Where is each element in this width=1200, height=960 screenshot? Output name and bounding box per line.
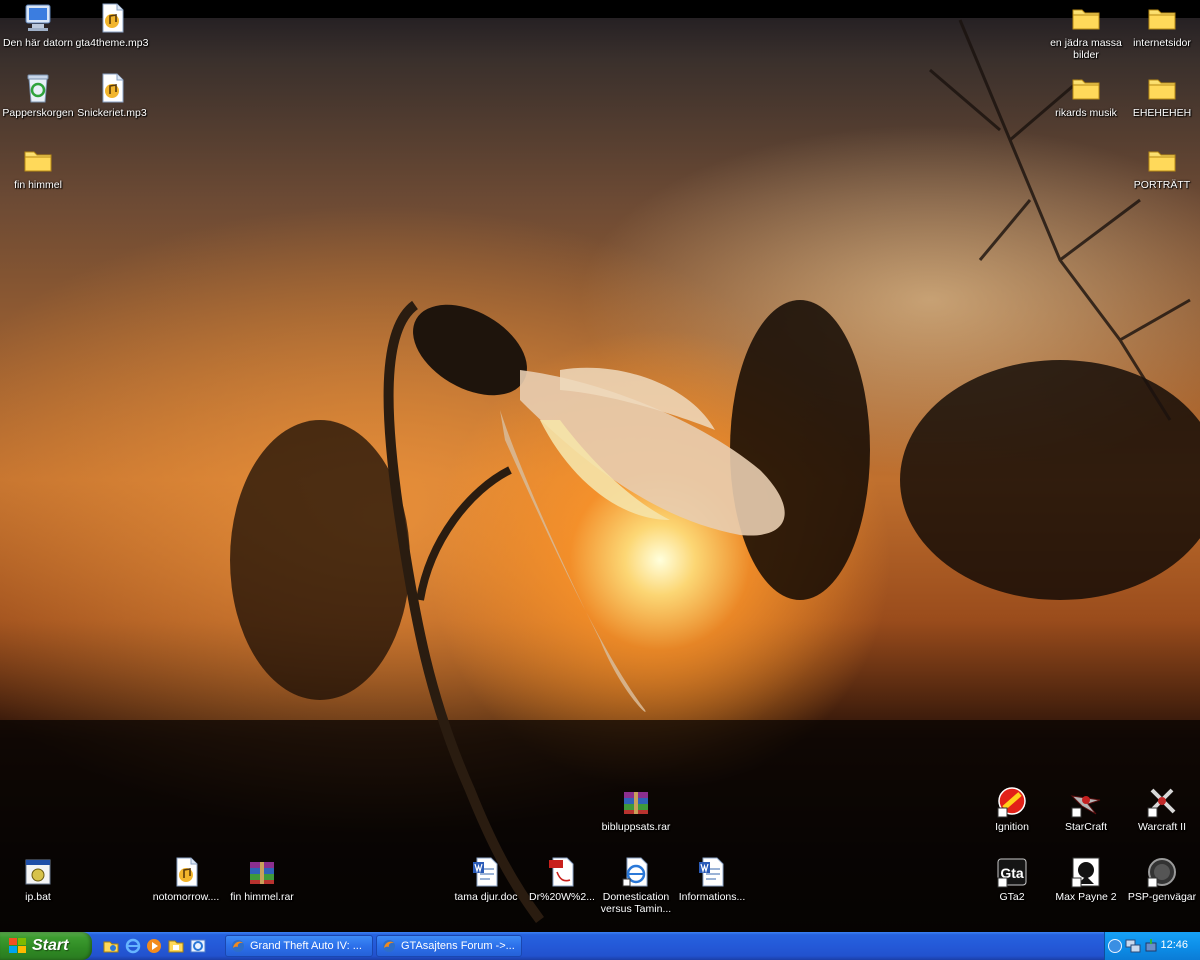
desktop-icon-psp-genvagar[interactable]: PSP-genvägar — [1124, 856, 1200, 926]
desktop-icon-recycle-bin[interactable]: Papperskorgen — [0, 72, 76, 142]
show-hidden-icon[interactable] — [1108, 939, 1122, 953]
gta2-app-icon: Gta — [996, 856, 1028, 888]
folder-icon — [22, 144, 54, 176]
desktop-icon-rikards-musik[interactable]: rikards musik — [1048, 72, 1124, 142]
rar-archive-icon — [620, 786, 652, 818]
starcraft-app-icon — [1070, 786, 1102, 818]
start-button[interactable]: Start — [0, 932, 92, 960]
explorer-icon[interactable] — [103, 938, 119, 954]
desktop-icon-max-payne-2[interactable]: Max Payne 2 — [1048, 856, 1124, 926]
desktop-icon-gta2[interactable]: Gta GTa2 — [974, 856, 1050, 926]
folder-icon[interactable] — [168, 938, 184, 954]
desktop-icon-portratt[interactable]: PORTRÄTT — [1124, 144, 1200, 214]
desktop-icon-snickeriet[interactable]: Snickeriet.mp3 — [74, 72, 150, 142]
media-player-icon[interactable] — [146, 938, 162, 954]
top-black-bar — [0, 0, 1200, 18]
desktop-icon-ignition[interactable]: Ignition — [974, 786, 1050, 856]
recycle-bin-icon — [22, 72, 54, 104]
desktop-icon-informations[interactable]: Informations... — [674, 856, 750, 926]
word-document-icon — [696, 856, 728, 888]
desktop-icon-notomorrow[interactable]: notomorrow.... — [148, 856, 224, 926]
clock[interactable]: 12:46 — [1160, 939, 1188, 951]
desktop-icon-warcraft-ii[interactable]: Warcraft II — [1124, 786, 1200, 856]
folder-icon — [1146, 2, 1178, 34]
desktop-icon-my-computer[interactable]: Den här datorn — [0, 2, 76, 72]
folder-icon — [1146, 72, 1178, 104]
warcraft-app-icon — [1146, 786, 1178, 818]
taskbar-window-gtasajtens-forum[interactable]: GTAsajtens Forum ->... — [376, 935, 522, 957]
desktop-icon-fin-himmel[interactable]: fin himmel — [0, 144, 76, 214]
network-icon[interactable] — [1125, 938, 1141, 954]
internet-shortcut-icon — [620, 856, 652, 888]
firefox-icon — [232, 940, 244, 952]
rar-archive-icon — [246, 856, 278, 888]
system-tray: 12:46 — [1104, 932, 1200, 960]
internet-explorer-icon[interactable] — [125, 938, 141, 954]
psp-shortcut-icon — [1146, 856, 1178, 888]
windows-logo-icon — [9, 938, 26, 953]
firefox-icon — [383, 940, 395, 952]
batch-file-icon — [22, 856, 54, 888]
desktop-icon-domestication[interactable]: Domestication versus Tamin... — [598, 856, 674, 926]
desktop-icon-en-jadra-massa-bilder[interactable]: en jädra massa bilder — [1048, 2, 1124, 72]
desktop-icon-fin-himmel-rar[interactable]: fin himmel.rar — [224, 856, 300, 926]
desktop-icon-tama-djur-doc[interactable]: tama djur.doc — [448, 856, 524, 926]
folder-icon — [1070, 72, 1102, 104]
audio-file-icon — [170, 856, 202, 888]
pdf-file-icon — [546, 856, 578, 888]
taskbar-window-gta-iv[interactable]: Grand Theft Auto IV: ... — [225, 935, 373, 957]
safely-remove-icon[interactable] — [1143, 938, 1159, 954]
audio-file-icon — [96, 72, 128, 104]
folder-icon — [1146, 144, 1178, 176]
word-document-icon — [470, 856, 502, 888]
start-label: Start — [32, 937, 69, 954]
browser-icon[interactable] — [190, 938, 206, 954]
taskbar: Start Grand Theft Auto IV: ... GTAsajten… — [0, 932, 1200, 960]
max-payne-app-icon — [1070, 856, 1102, 888]
desktop-icon-starcraft[interactable]: StarCraft — [1048, 786, 1124, 856]
desktop-icon-pdf[interactable]: Dr%20W%2... — [524, 856, 600, 926]
ignition-app-icon — [996, 786, 1028, 818]
desktop-icon-eheheheh[interactable]: EHEHEHEH — [1124, 72, 1200, 142]
desktop-icon-gta4theme[interactable]: gta4theme.mp3 — [74, 2, 150, 72]
desktop-icon-bibluppsats-rar[interactable]: bibluppsats.rar — [598, 786, 674, 856]
audio-file-icon — [96, 2, 128, 34]
desktop-icon-ip-bat[interactable]: ip.bat — [0, 856, 76, 926]
my-computer-icon — [22, 2, 54, 34]
folder-icon — [1070, 2, 1102, 34]
desktop-icon-internetsidor[interactable]: internetsidor — [1124, 2, 1200, 72]
